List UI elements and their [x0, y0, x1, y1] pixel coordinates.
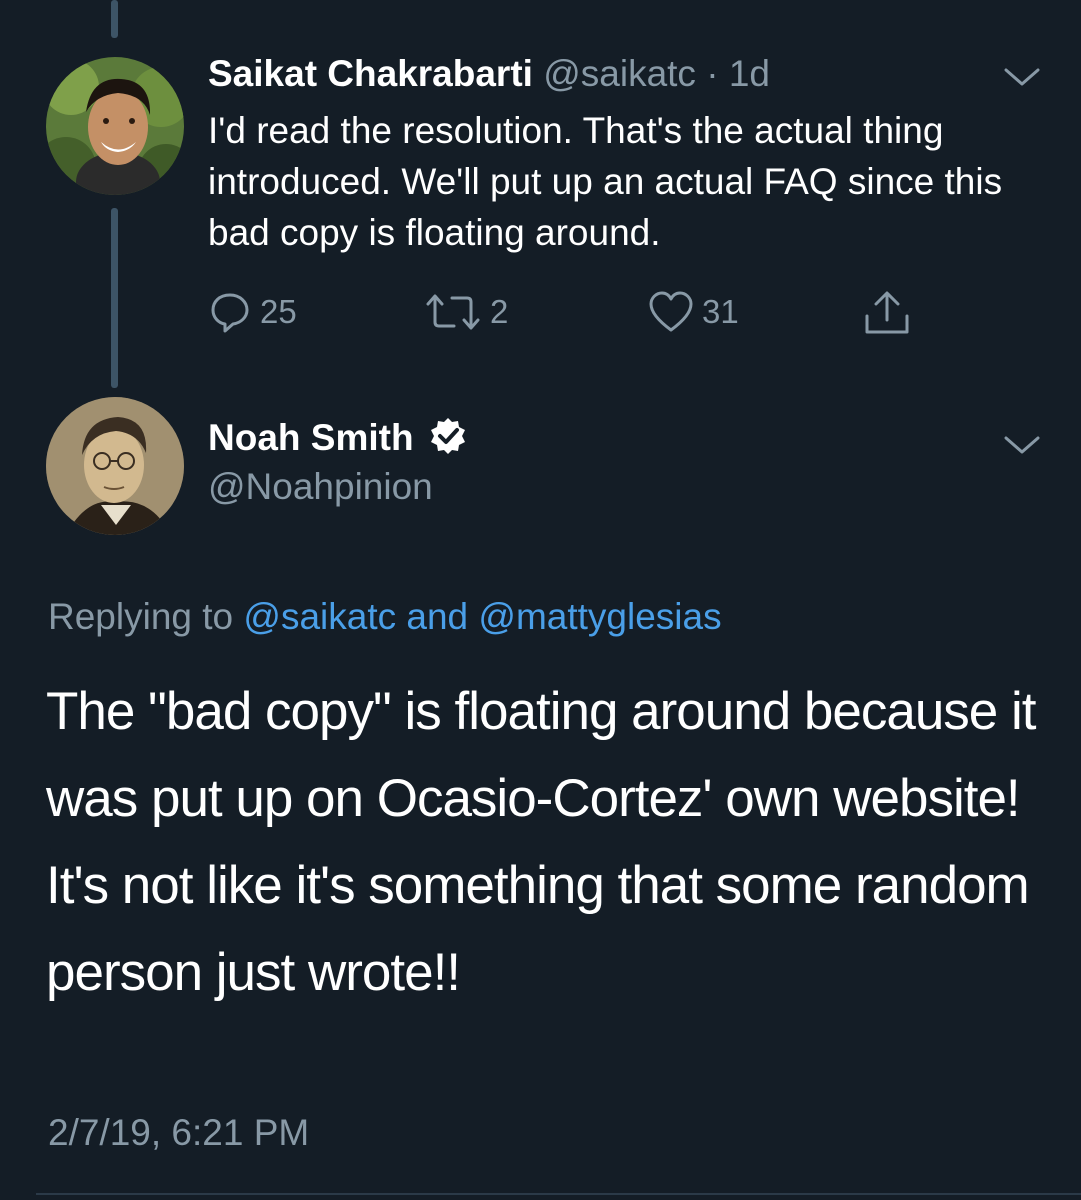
- handle[interactable]: @saikatc: [543, 53, 696, 94]
- tweet-text: I'd read the resolution. That's the actu…: [208, 110, 1003, 253]
- avatar[interactable]: [46, 57, 184, 195]
- reply-button[interactable]: 25: [208, 290, 297, 334]
- retweet-icon: [426, 294, 480, 330]
- divider: [36, 1193, 1081, 1195]
- retweet-count: 2: [490, 293, 509, 330]
- share-button[interactable]: [862, 290, 912, 336]
- display-name[interactable]: Saikat Chakrabarti: [208, 53, 533, 94]
- reply-handle-link[interactable]: @saikatc: [243, 596, 396, 637]
- thread-line-middle: [111, 208, 118, 388]
- share-icon: [865, 291, 909, 334]
- handle[interactable]: @Noahpinion: [208, 466, 433, 508]
- replying-prefix: Replying to: [48, 596, 234, 637]
- reply-handle-link[interactable]: @mattyglesias: [478, 596, 721, 637]
- time-ago[interactable]: 1d: [729, 53, 770, 94]
- chevron-down-icon[interactable]: [1002, 62, 1042, 92]
- replying-to: Replying to @saikatc and @mattyglesias: [48, 596, 722, 638]
- tweet-header: Saikat Chakrabarti @saikatc · 1d: [208, 53, 770, 95]
- reply-count: 25: [260, 293, 297, 330]
- reply-joiner[interactable]: and: [406, 596, 468, 637]
- verified-badge-icon: [430, 418, 465, 454]
- chevron-down-icon[interactable]: [1002, 430, 1042, 460]
- display-name-text: Noah Smith: [208, 417, 414, 458]
- reply-icon: [211, 293, 249, 333]
- thread-line-top: [111, 0, 118, 38]
- separator: ·: [706, 53, 719, 94]
- like-count: 31: [702, 293, 739, 330]
- heart-icon: [649, 291, 693, 332]
- like-button[interactable]: 31: [648, 290, 739, 334]
- timestamp[interactable]: 2/7/19, 6:21 PM: [48, 1112, 309, 1154]
- display-name[interactable]: Noah Smith: [208, 416, 468, 459]
- tweet-actions: 25 2 31: [208, 290, 928, 340]
- retweet-button[interactable]: 2: [424, 290, 508, 334]
- avatar[interactable]: [46, 397, 184, 535]
- tweet-text: The "bad copy" is floating around becaus…: [46, 682, 1037, 1002]
